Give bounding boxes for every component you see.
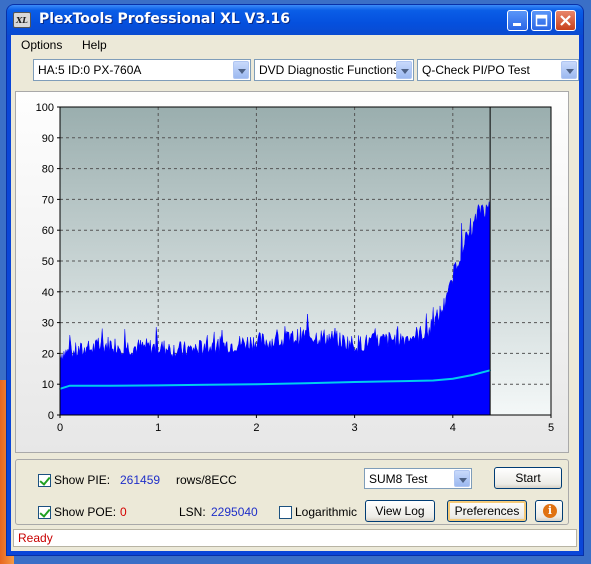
poe-point xyxy=(353,381,356,383)
controls-panel: Show PIE: 261459 rows/8ECC SUM8 Test Sta… xyxy=(15,459,569,525)
chevron-down-icon xyxy=(233,61,249,79)
menu-bar: Options Help xyxy=(11,35,579,55)
poe-point xyxy=(471,374,474,376)
logarithmic-checkbox[interactable] xyxy=(279,506,292,519)
chevron-down-icon xyxy=(561,61,577,79)
close-icon xyxy=(560,15,571,26)
y-tick-label: 60 xyxy=(42,225,54,237)
poe-point xyxy=(432,379,434,382)
minimize-icon xyxy=(513,23,521,26)
x-tick-label: 2 xyxy=(253,422,259,434)
y-tick-label: 30 xyxy=(42,318,54,330)
lsn-value: 2295040 xyxy=(211,505,258,519)
test-select-value: Q-Check PI/PO Test xyxy=(422,63,530,77)
maximize-button[interactable] xyxy=(531,10,552,31)
poe-point xyxy=(108,384,110,387)
minimize-button[interactable] xyxy=(507,10,528,31)
function-select-value: DVD Diagnostic Functions xyxy=(259,63,400,77)
info-button[interactable] xyxy=(535,500,563,522)
y-tick-label: 70 xyxy=(42,194,54,206)
poe-point xyxy=(69,384,71,387)
y-tick-label: 100 xyxy=(36,102,54,114)
function-select[interactable]: DVD Diagnostic Functions xyxy=(254,59,414,81)
status-bar: Ready xyxy=(13,529,577,547)
y-tick-label: 50 xyxy=(42,256,54,268)
poe-point xyxy=(255,383,258,386)
drive-select[interactable]: HA:5 ID:0 PX-760A xyxy=(33,59,251,81)
preferences-button[interactable]: Preferences xyxy=(447,500,527,522)
app-window: XL PlexTools Professional XL V3.16 Optio… xyxy=(6,4,584,556)
y-tick-label: 80 xyxy=(42,164,54,176)
y-tick-label: 10 xyxy=(42,379,54,391)
show-pie-checkbox[interactable] xyxy=(38,474,51,487)
pie-count: 261459 xyxy=(120,473,161,487)
y-tick-label: 0 xyxy=(48,410,54,422)
show-poe-label: Show POE: xyxy=(54,505,117,519)
chevron-down-icon xyxy=(396,61,412,79)
close-button[interactable] xyxy=(555,10,576,31)
x-tick-label: 4 xyxy=(450,422,456,434)
x-tick-label: 5 xyxy=(548,422,554,434)
x-tick-label: 1 xyxy=(155,422,161,434)
logarithmic-label: Logarithmic xyxy=(295,505,358,519)
lsn-label: LSN: xyxy=(179,505,206,519)
x-tick-label: 0 xyxy=(57,422,63,434)
menu-options[interactable]: Options xyxy=(21,38,62,52)
window-client-area: Options Help HA:5 ID:0 PX-760A DVD Diagn… xyxy=(11,35,579,551)
title-bar[interactable]: XL PlexTools Professional XL V3.16 xyxy=(7,5,583,35)
chevron-down-icon xyxy=(454,470,470,487)
poe-point xyxy=(402,380,405,382)
y-tick-label: 20 xyxy=(42,348,54,360)
y-tick-label: 40 xyxy=(42,287,54,299)
sum-test-select[interactable]: SUM8 Test xyxy=(364,468,472,489)
poe-count: 0 xyxy=(120,505,127,519)
start-button[interactable]: Start xyxy=(494,467,562,489)
status-text: Ready xyxy=(18,531,53,545)
x-tick-label: 3 xyxy=(352,422,358,434)
poe-point xyxy=(452,377,454,380)
pie-unit: rows/8ECC xyxy=(176,473,237,487)
poe-point xyxy=(157,384,159,387)
maximize-icon xyxy=(535,14,548,27)
drive-select-value: HA:5 ID:0 PX-760A xyxy=(38,63,142,77)
show-pie-label: Show PIE: xyxy=(54,473,111,487)
view-log-button[interactable]: View Log xyxy=(365,500,435,522)
menu-help[interactable]: Help xyxy=(82,38,107,52)
sum-test-value: SUM8 Test xyxy=(369,472,428,486)
y-tick-label: 90 xyxy=(42,133,54,145)
pi-po-chart: 0 10 20 30 40 50 60 70 80 90 100 0 1 2 3 4 5 xyxy=(36,102,554,434)
chart-frame: 0 10 20 30 40 50 60 70 80 90 100 0 1 2 3 4 5 xyxy=(15,91,569,453)
poe-point xyxy=(304,382,307,385)
show-poe-checkbox[interactable] xyxy=(38,506,51,519)
app-icon: XL xyxy=(13,12,31,28)
poe-point xyxy=(206,384,209,386)
test-select[interactable]: Q-Check PI/PO Test xyxy=(417,59,579,81)
window-title: PlexTools Professional XL V3.16 xyxy=(39,11,291,27)
